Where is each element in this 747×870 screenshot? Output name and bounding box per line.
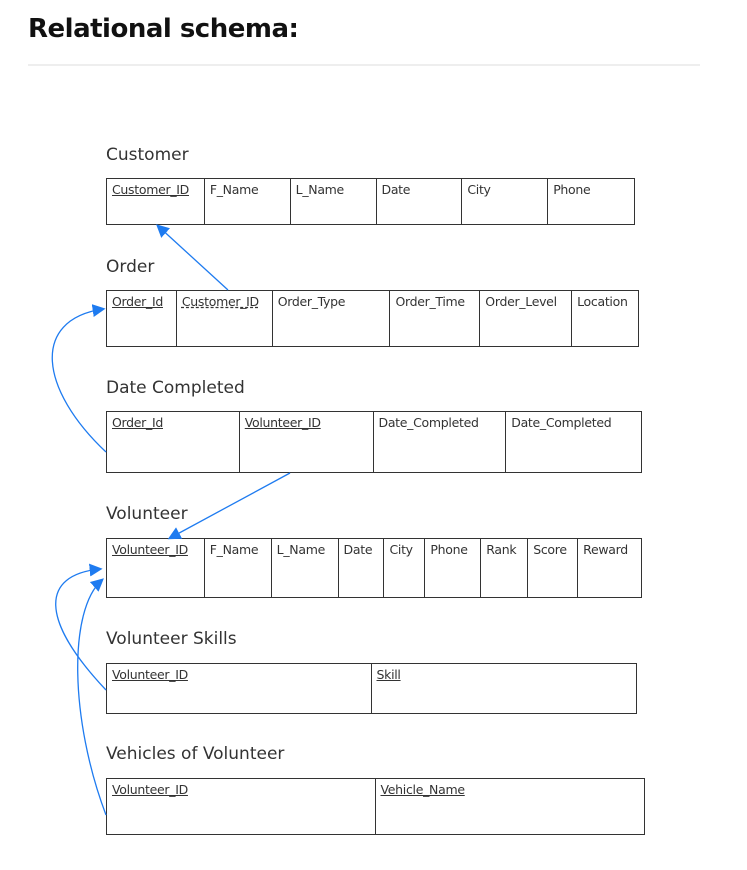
arrow-order-to-customer — [156, 224, 229, 291]
arrow-datecompleted-to-order — [51, 304, 107, 453]
arrow-vehicles-to-volunteer — [77, 578, 107, 816]
relationship-arrows — [51, 224, 291, 816]
arrow-datecompleted-to-volunteer — [167, 472, 291, 540]
